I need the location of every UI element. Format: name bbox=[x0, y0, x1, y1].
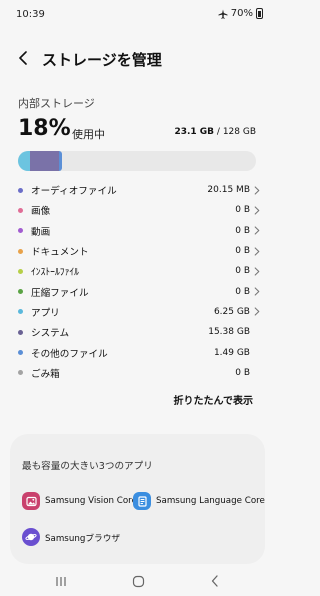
chevron-right-icon bbox=[250, 307, 264, 316]
category-item[interactable]: オーディオファイル 20.15 MB bbox=[12, 180, 264, 200]
gallery-icon bbox=[22, 492, 40, 510]
status-time: 10:39 bbox=[16, 9, 45, 20]
category-color-dot bbox=[18, 289, 23, 295]
usage-summary: 18% 使用中 23.1 GB / 128 GB bbox=[18, 112, 258, 146]
usage-bar-segment bbox=[30, 151, 59, 171]
usage-bar-segment bbox=[59, 151, 62, 171]
battery-icon bbox=[256, 8, 263, 19]
category-color-dot bbox=[18, 248, 23, 254]
used-amount: 23.1 GB bbox=[174, 127, 215, 137]
category-item[interactable]: ドキュメント 0 B bbox=[12, 241, 264, 261]
app-name: Samsungブラウザ bbox=[45, 533, 121, 544]
category-size: 0 B bbox=[235, 266, 250, 277]
document-icon bbox=[133, 492, 151, 510]
chevron-left-icon bbox=[19, 51, 27, 65]
app-item-samsung-browser[interactable]: Samsungブラウザ bbox=[22, 528, 120, 546]
total-amount: 128 GB bbox=[222, 127, 256, 137]
nav-back-button[interactable] bbox=[205, 572, 225, 590]
category-name: システム bbox=[31, 328, 70, 340]
category-size: 20.15 MB bbox=[207, 185, 250, 196]
back-button[interactable] bbox=[12, 46, 34, 70]
category-size: 1.49 GB bbox=[213, 347, 250, 358]
category-list: オーディオファイル 20.15 MB 画像 0 B 動画 0 B ドキュメント 0 B ｲﾝｽﾄ… bbox=[12, 180, 264, 383]
chevron-right-icon bbox=[250, 267, 264, 276]
category-name: ごみ箱 bbox=[31, 368, 60, 380]
collapse-button[interactable]: 折りたたんで表示 bbox=[174, 392, 254, 407]
category-item: システム 15.38 GB bbox=[12, 322, 264, 342]
category-name: 動画 bbox=[31, 226, 51, 238]
chevron-right-icon bbox=[250, 246, 264, 256]
recents-icon bbox=[56, 576, 66, 586]
category-size: 6.25 GB bbox=[213, 306, 250, 317]
usage-amount: 23.1 GB / 128 GB bbox=[174, 127, 256, 137]
category-item[interactable]: 画像 0 B bbox=[12, 200, 264, 220]
header: ストレージを管理 bbox=[0, 42, 275, 74]
usage-bar-segment bbox=[18, 151, 30, 171]
usage-separator: / bbox=[214, 127, 223, 137]
category-color-dot bbox=[18, 268, 23, 274]
category-size: 0 B bbox=[235, 286, 250, 297]
category-size: 0 B bbox=[235, 225, 250, 236]
app-name: Samsung Vision Core bbox=[45, 496, 137, 506]
category-name: ドキュメント bbox=[31, 247, 89, 259]
chevron-right-icon bbox=[250, 226, 264, 235]
category-name: その他のファイル bbox=[31, 348, 108, 360]
category-color-dot bbox=[18, 350, 23, 356]
home-icon bbox=[132, 575, 144, 587]
category-color-dot bbox=[18, 370, 23, 376]
status-icons: 70% bbox=[218, 8, 263, 19]
category-name: 画像 bbox=[31, 206, 51, 218]
category-size: 0 B bbox=[235, 367, 250, 378]
category-item[interactable]: 圧縮ファイル 0 B bbox=[12, 281, 264, 301]
app-item-vision-core[interactable]: Samsung Vision Core bbox=[22, 492, 137, 510]
chevron-right-icon bbox=[250, 206, 264, 215]
category-size: 0 B bbox=[235, 246, 250, 257]
category-name: アプリ bbox=[31, 307, 60, 319]
navigation-bar bbox=[0, 566, 275, 596]
app-item-language-core[interactable]: Samsung Language Core bbox=[133, 492, 265, 510]
section-label: 内部ストレージ bbox=[18, 97, 95, 110]
category-color-dot bbox=[18, 228, 23, 234]
status-bar: 10:39 70% bbox=[0, 0, 275, 30]
battery-percent: 70% bbox=[230, 8, 253, 19]
category-size: 15.38 GB bbox=[208, 327, 250, 338]
usage-label: 使用中 bbox=[72, 128, 105, 141]
category-name: オーディオファイル bbox=[31, 186, 117, 198]
category-item[interactable]: 動画 0 B bbox=[12, 221, 264, 241]
home-button[interactable] bbox=[128, 572, 148, 590]
category-color-dot bbox=[18, 207, 23, 213]
category-color-dot bbox=[18, 329, 23, 335]
top-apps-title: 最も容量の大きい3つのアプリ bbox=[22, 461, 153, 472]
back-icon bbox=[211, 575, 218, 587]
category-item: ごみ箱 0 B bbox=[12, 363, 264, 383]
chevron-right-icon bbox=[250, 287, 264, 296]
recents-button[interactable] bbox=[51, 572, 71, 590]
airplane-icon bbox=[218, 9, 228, 19]
category-item: その他のファイル 1.49 GB bbox=[12, 342, 264, 362]
page-title: ストレージを管理 bbox=[42, 51, 162, 69]
planet-icon bbox=[22, 528, 40, 546]
category-item[interactable]: アプリ 6.25 GB bbox=[12, 302, 264, 322]
category-name: ｲﾝｽﾄｰﾙﾌｧｲﾙ bbox=[31, 267, 79, 279]
category-color-dot bbox=[18, 187, 23, 193]
category-item[interactable]: ｲﾝｽﾄｰﾙﾌｧｲﾙ 0 B bbox=[12, 261, 264, 281]
category-size: 0 B bbox=[235, 205, 250, 216]
category-color-dot bbox=[18, 309, 23, 315]
category-name: 圧縮ファイル bbox=[31, 287, 89, 299]
usage-percent: 18% bbox=[18, 116, 71, 141]
top-apps-card: 最も容量の大きい3つのアプリ Samsung Vision Core Samsu… bbox=[10, 434, 265, 564]
chevron-right-icon bbox=[250, 186, 264, 195]
app-name: Samsung Language Core bbox=[156, 496, 265, 506]
storage-usage-bar bbox=[18, 151, 256, 171]
